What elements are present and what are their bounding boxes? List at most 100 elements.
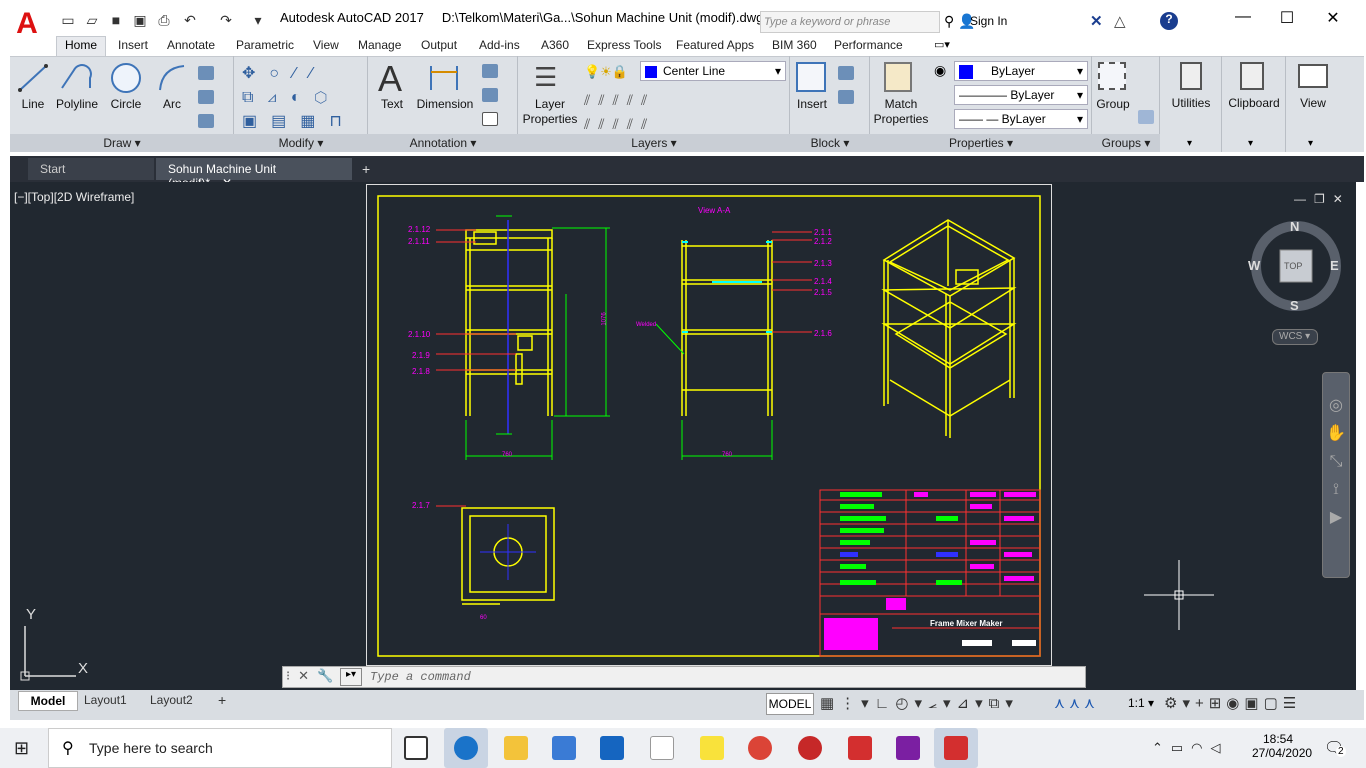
layer-properties-icon[interactable]: ☰ bbox=[534, 62, 557, 93]
tab-add-ins[interactable]: Add-ins bbox=[479, 38, 520, 52]
viewport-controls[interactable]: [−][Top][2D Wireframe] bbox=[14, 190, 134, 204]
group-button[interactable]: Group bbox=[1094, 97, 1132, 111]
close-window-button[interactable]: ✕ bbox=[1318, 8, 1348, 28]
viewcube-south[interactable]: S bbox=[1290, 298, 1299, 313]
modify-tools-icons[interactable]: ✥○⁄⁄ ⧉⊿◐⬡ ▣▤▦⊓ bbox=[242, 62, 362, 134]
layer-properties-button[interactable]: Layer Properties bbox=[520, 97, 580, 127]
annotation-scale-icons[interactable]: ⋏⋏⋏ bbox=[1054, 694, 1099, 712]
modify-panel-label[interactable]: Modify ▾ bbox=[234, 134, 368, 152]
mail-icon[interactable] bbox=[600, 736, 624, 760]
viewcube-east[interactable]: E bbox=[1330, 258, 1339, 273]
viewcube-top-face[interactable]: TOP bbox=[1284, 261, 1302, 271]
insert-button[interactable]: Insert bbox=[794, 97, 830, 111]
polyline-button[interactable]: Polyline bbox=[54, 97, 100, 111]
tab-layout1[interactable]: Layout1 bbox=[84, 693, 127, 707]
a360-icon[interactable]: △ bbox=[1114, 12, 1126, 30]
file-explorer-icon[interactable] bbox=[504, 736, 528, 760]
help-icon[interactable]: ? bbox=[1160, 12, 1178, 30]
groups-panel-label[interactable]: Groups ▾ bbox=[1092, 134, 1160, 152]
sticky-notes-icon[interactable] bbox=[700, 736, 724, 760]
group-selection-icon[interactable] bbox=[1138, 110, 1154, 124]
linetype-dropdown[interactable]: ———— ByLayer ▾ bbox=[954, 85, 1088, 105]
wcs-menu[interactable]: WCS ▾ bbox=[1272, 329, 1318, 345]
autocad-icon[interactable] bbox=[944, 736, 968, 760]
annotation-panel-label[interactable]: Annotation ▾ bbox=[368, 134, 518, 152]
match-properties-icon[interactable] bbox=[884, 62, 912, 92]
group-icon[interactable] bbox=[1098, 62, 1126, 90]
region-icon[interactable] bbox=[198, 114, 214, 128]
view-dropdown-icon[interactable]: ▾ bbox=[1308, 138, 1313, 149]
tab-a360[interactable]: A360 bbox=[541, 38, 569, 52]
windows-start-icon[interactable]: ⊞ bbox=[14, 738, 29, 759]
search-binoculars-icon[interactable]: ⚲ bbox=[944, 13, 954, 30]
match-properties-button[interactable]: Match Properties bbox=[872, 97, 930, 127]
save-icon[interactable]: ■ bbox=[106, 12, 126, 30]
ribbon-toggle-icon[interactable]: ▭▾ bbox=[934, 38, 950, 51]
tab-view[interactable]: View bbox=[313, 38, 339, 52]
view-button[interactable]: View bbox=[1292, 96, 1334, 110]
tab-parametric[interactable]: Parametric bbox=[236, 38, 294, 52]
exchange-icon[interactable]: ✕ bbox=[1090, 12, 1103, 30]
tab-express-tools[interactable]: Express Tools bbox=[587, 38, 661, 52]
leader-icon[interactable] bbox=[482, 88, 498, 102]
draw-panel-label[interactable]: Draw ▾ bbox=[10, 134, 234, 152]
layer-tools-icons[interactable]: ⫽⫽⫽⫽⫽ ⫽⫽⫽⫽⫽ bbox=[584, 88, 655, 136]
tab-insert[interactable]: Insert bbox=[118, 38, 148, 52]
text-button[interactable]: Text bbox=[374, 97, 410, 111]
search-input[interactable]: Type a keyword or phrase bbox=[760, 11, 940, 33]
taskbar-search[interactable]: Type here to search bbox=[48, 728, 392, 768]
sign-in-button[interactable]: Sign In bbox=[970, 14, 1007, 28]
open-icon[interactable]: ▱ bbox=[82, 12, 102, 30]
color-wheel-icon[interactable]: ◉ bbox=[934, 62, 946, 79]
task-view-icon[interactable] bbox=[404, 736, 428, 760]
tab-featured-apps[interactable]: Featured Apps bbox=[676, 38, 754, 52]
new-tab-button[interactable]: + bbox=[356, 158, 380, 180]
viewcube-west[interactable]: W bbox=[1248, 258, 1260, 273]
text-icon[interactable]: A bbox=[378, 58, 402, 100]
acrobat-icon[interactable] bbox=[848, 736, 872, 760]
tab-annotate[interactable]: Annotate bbox=[167, 38, 215, 52]
clipboard-icon[interactable] bbox=[1240, 62, 1264, 90]
create-block-icon[interactable] bbox=[838, 66, 854, 80]
plot-icon[interactable]: ⎙ bbox=[154, 12, 174, 30]
circle-icon[interactable] bbox=[110, 62, 142, 94]
arc-icon[interactable] bbox=[156, 62, 188, 94]
command-prompt-icon[interactable]: ▸▾ bbox=[340, 668, 362, 686]
edit-block-icon[interactable] bbox=[838, 90, 854, 104]
view-icon[interactable] bbox=[1298, 64, 1328, 88]
redo-icon[interactable]: ↷ bbox=[216, 12, 236, 30]
undo-icon[interactable]: ↶ bbox=[180, 12, 200, 30]
qat-dropdown-icon[interactable]: ▾ bbox=[248, 12, 268, 30]
tab-start[interactable]: Start bbox=[28, 158, 154, 180]
linear-dim-icon[interactable] bbox=[482, 64, 498, 78]
dimension-icon[interactable] bbox=[428, 62, 460, 92]
line-button[interactable]: Line bbox=[16, 97, 50, 111]
model-space-toggle[interactable]: MODEL bbox=[766, 693, 814, 715]
lineweight-dropdown[interactable]: —— — ByLayer ▾ bbox=[954, 109, 1088, 129]
winrar-icon[interactable] bbox=[896, 736, 920, 760]
chrome-icon[interactable] bbox=[748, 736, 772, 760]
minimize-button[interactable]: — bbox=[1228, 8, 1258, 28]
color-dropdown[interactable]: ByLayer ▾ bbox=[954, 61, 1088, 81]
circle-button[interactable]: Circle bbox=[108, 97, 144, 111]
table-icon[interactable] bbox=[482, 112, 498, 126]
clock[interactable]: 18:54 27/04/2020 bbox=[1252, 732, 1312, 760]
save-as-icon[interactable]: ▣ bbox=[130, 12, 150, 30]
clipboard-button[interactable]: Clipboard bbox=[1224, 96, 1284, 110]
tab-layout2[interactable]: Layout2 bbox=[150, 693, 193, 707]
utilities-dropdown-icon[interactable]: ▾ bbox=[1187, 138, 1192, 149]
clipboard-dropdown-icon[interactable]: ▾ bbox=[1248, 138, 1253, 149]
hatch-icon[interactable] bbox=[198, 90, 214, 104]
tab-drawing[interactable]: Sohun Machine Unit (modif)*✕ bbox=[156, 158, 352, 190]
properties-panel-label[interactable]: Properties ▾ bbox=[870, 134, 1092, 152]
edge-icon[interactable] bbox=[454, 736, 478, 760]
tab-manage[interactable]: Manage bbox=[358, 38, 401, 52]
tab-performance[interactable]: Performance bbox=[834, 38, 903, 52]
calculator-icon[interactable] bbox=[1180, 62, 1202, 90]
command-line-close-icon[interactable]: ⁝✕🔧 bbox=[286, 668, 341, 684]
workspace-tools-icons[interactable]: ⚙▾+⊞◉▣▢☰ bbox=[1164, 694, 1301, 712]
store-icon[interactable] bbox=[552, 736, 576, 760]
maximize-button[interactable]: ☐ bbox=[1272, 8, 1302, 28]
line-icon[interactable] bbox=[18, 62, 48, 94]
dimension-button[interactable]: Dimension bbox=[416, 97, 474, 111]
